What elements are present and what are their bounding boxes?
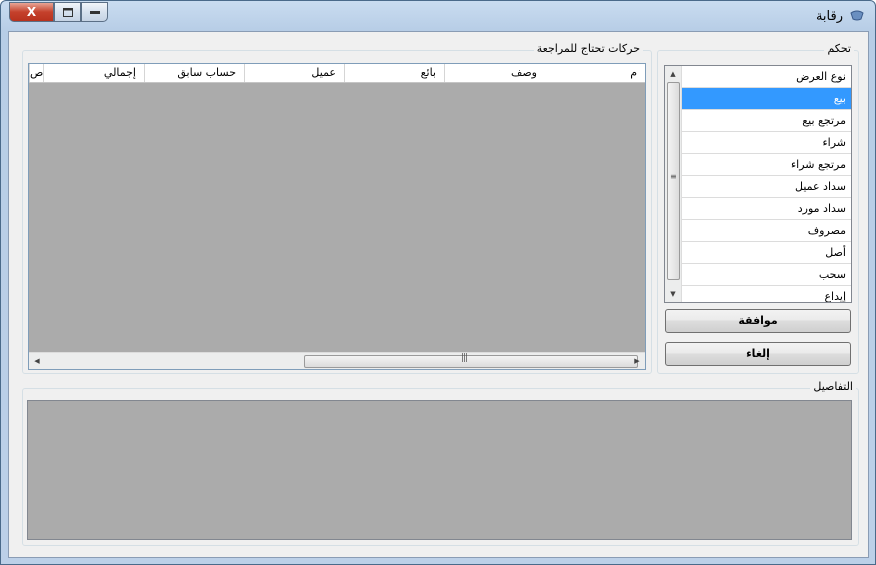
ok-button[interactable]: موافقة <box>665 309 851 333</box>
window-title: رقابة <box>815 9 843 24</box>
list-item[interactable]: بيع <box>682 88 851 110</box>
column-header[interactable]: ص <box>29 64 43 82</box>
list-item[interactable]: سحب <box>682 264 851 286</box>
title-bar[interactable]: X رقابة <box>1 1 875 31</box>
left-arrow-icon[interactable]: ◀ <box>29 353 45 369</box>
grid-scrollbar[interactable]: ◀ ||| ▶ <box>29 352 645 369</box>
column-header[interactable]: م <box>545 64 645 82</box>
client-area: تحكم ▲ ≡ ▼ نوع العرض بيع مرتجع بيع شراء … <box>8 31 869 558</box>
details-group-title: التفاصيل <box>810 380 856 393</box>
app-icon <box>850 10 864 21</box>
cancel-button[interactable]: إلغاء <box>665 342 851 366</box>
minimize-icon <box>89 11 100 14</box>
list-rows: نوع العرض بيع مرتجع بيع شراء مرتجع شراء … <box>682 66 851 302</box>
right-arrow-icon[interactable]: ▶ <box>629 353 645 369</box>
up-arrow-icon[interactable]: ▲ <box>665 66 681 82</box>
list-item[interactable]: سداد مورد <box>682 198 851 220</box>
list-item[interactable]: إيداع <box>682 286 851 302</box>
app-window: X رقابة تحكم ▲ ≡ ▼ نوع العرض بيع مرتجع ب… <box>0 0 876 565</box>
list-item[interactable]: مصروف <box>682 220 851 242</box>
column-header[interactable]: حساب سابق <box>144 64 244 82</box>
list-item[interactable]: مرتجع شراء <box>682 154 851 176</box>
column-header[interactable]: عميل <box>244 64 344 82</box>
maximize-icon <box>62 7 73 17</box>
list-scrollbar[interactable]: ▲ ≡ ▼ <box>665 66 682 302</box>
grid-scroll-thumb[interactable]: ||| <box>304 353 638 368</box>
review-grid[interactable]: م وصف بائع عميل حساب سابق إجمالي ص ◀ |||… <box>28 63 646 370</box>
column-header[interactable]: إجمالي <box>43 64 144 82</box>
maximize-button[interactable] <box>54 2 81 22</box>
close-button[interactable]: X <box>9 2 54 22</box>
window-controls: X <box>9 2 108 22</box>
list-item[interactable]: مرتجع بيع <box>682 110 851 132</box>
list-item[interactable]: سداد عميل <box>682 176 851 198</box>
details-panel[interactable] <box>27 400 852 540</box>
down-arrow-icon[interactable]: ▼ <box>665 286 681 302</box>
list-scroll-thumb[interactable]: ≡ <box>667 82 680 280</box>
review-group-title: حركات تحتاج للمراجعة <box>533 42 643 55</box>
list-item[interactable]: شراء <box>682 132 851 154</box>
view-type-list[interactable]: ▲ ≡ ▼ نوع العرض بيع مرتجع بيع شراء مرتجع… <box>664 65 852 303</box>
grip-icon: ||| <box>461 353 468 363</box>
column-header[interactable]: وصف <box>444 64 545 82</box>
list-header: نوع العرض <box>682 66 851 88</box>
minimize-button[interactable] <box>81 2 108 22</box>
grip-icon: ≡ <box>670 172 677 181</box>
column-header[interactable]: بائع <box>344 64 444 82</box>
list-item[interactable]: أصل <box>682 242 851 264</box>
grid-header: م وصف بائع عميل حساب سابق إجمالي ص <box>29 64 645 83</box>
close-icon: X <box>26 5 37 19</box>
control-group-title: تحكم <box>824 42 854 55</box>
